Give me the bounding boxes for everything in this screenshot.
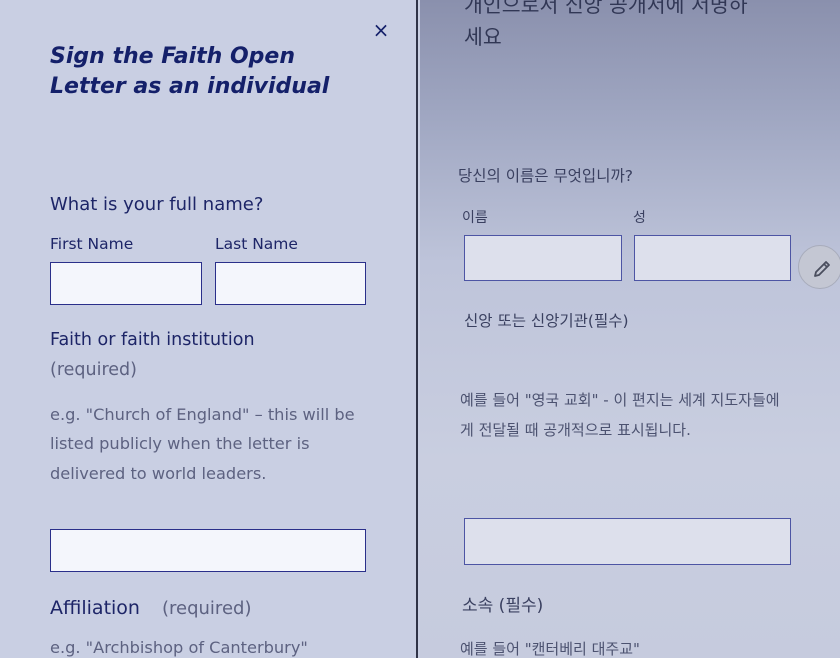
- faith-required-note: (required): [50, 360, 137, 380]
- first-name-input[interactable]: [50, 262, 202, 305]
- last-name-label: Last Name: [215, 235, 298, 253]
- affiliation-label: Affiliation: [50, 597, 140, 619]
- name-question: What is your full name?: [50, 194, 264, 215]
- dialog-title: Sign the Faith Open Letter as an individ…: [50, 44, 330, 99]
- background-faith-help-text: 예를 들어 "영국 교회" - 이 편지는 세계 지도자들에게 전달될 때 공개…: [460, 391, 780, 439]
- faith-input[interactable]: [50, 529, 366, 572]
- background-faith-field: [464, 518, 791, 565]
- background-last-name-field: [634, 235, 791, 281]
- last-name-input[interactable]: [215, 262, 366, 305]
- background-affiliation-help-text: 예를 들어 "캔터베리 대주교": [460, 640, 640, 658]
- affiliation-required-note: (required): [162, 598, 252, 619]
- pencil-icon: [814, 261, 830, 277]
- sign-letter-dialog: × Sign the Faith Open Letter as an indiv…: [0, 0, 418, 658]
- background-faith-label: 신앙 또는 신앙기관(필수): [464, 312, 629, 330]
- close-icon: ×: [372, 18, 390, 42]
- background-page-title: 개인으로서 신앙 공개서에 서명하세요: [464, 0, 748, 49]
- edit-button[interactable]: [798, 245, 840, 289]
- background-affiliation-label: 소속 (필수): [462, 596, 544, 616]
- background-first-name-field: [464, 235, 622, 281]
- background-last-name-label: 성: [633, 210, 646, 226]
- affiliation-help-text: e.g. "Archbishop of Canterbury": [50, 638, 308, 657]
- background-first-name-label: 이름: [462, 210, 488, 226]
- faith-help-text: e.g. "Church of England" – this will be …: [50, 405, 355, 483]
- first-name-label: First Name: [50, 235, 134, 253]
- background-name-question: 당신의 이름은 무엇입니까?: [458, 167, 633, 185]
- close-button[interactable]: ×: [372, 20, 390, 40]
- background-page-overlay: 개인으로서 신앙 공개서에 서명하세요 당신의 이름은 무엇입니까? 이름 성 …: [420, 0, 840, 658]
- faith-label: Faith or faith institution: [50, 330, 255, 350]
